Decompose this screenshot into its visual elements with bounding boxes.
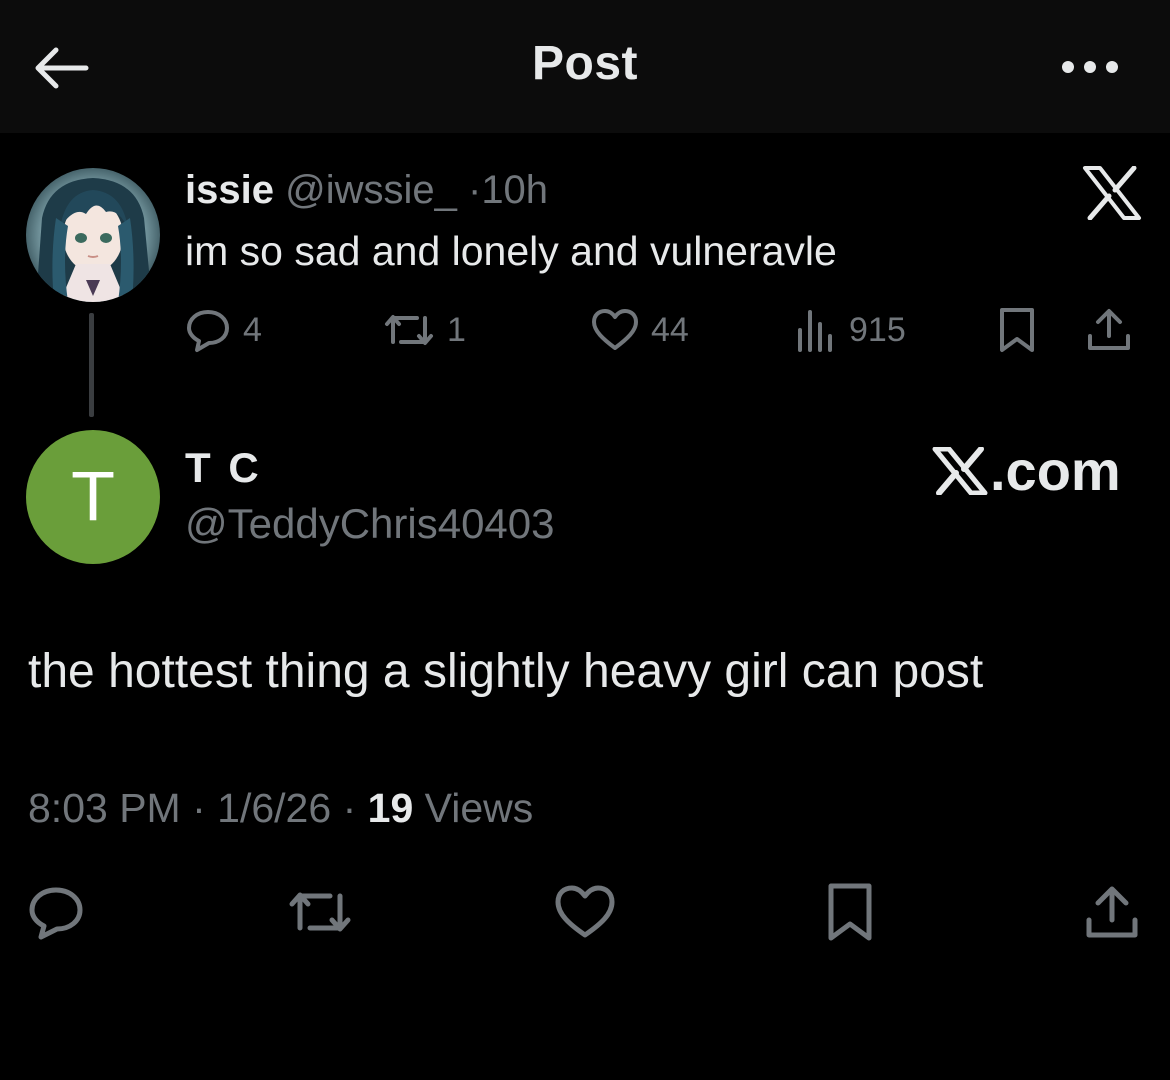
post-text: the hottest thing a slightly heavy girl …	[28, 645, 984, 698]
repost-count: 1	[447, 310, 466, 349]
avatar-initial: T	[72, 458, 114, 536]
more-horizontal-icon	[1062, 61, 1118, 73]
post-actions	[0, 872, 1170, 952]
quoted-author-name[interactable]: issie	[185, 168, 274, 212]
author-handle[interactable]: @TeddyChris40403	[185, 500, 555, 548]
quoted-post-actions: 4 1 44 915	[185, 302, 1145, 358]
quoted-bookmark-button[interactable]	[997, 302, 1037, 358]
reply-button[interactable]	[16, 872, 96, 952]
bookmark-button[interactable]	[810, 872, 890, 952]
bookmark-icon	[828, 883, 872, 941]
x-logo-icon	[1082, 165, 1142, 221]
like-button[interactable]	[545, 872, 625, 952]
author-avatar[interactable]: T	[26, 430, 160, 564]
quoted-post-header: issie @iwssie_ ·10h	[185, 166, 548, 214]
reply-count: 4	[243, 310, 262, 349]
quoted-reply-button[interactable]: 4	[185, 302, 262, 358]
share-button[interactable]	[1072, 872, 1152, 952]
watermark-domain: .com	[990, 439, 1121, 502]
heart-icon	[555, 885, 615, 938]
thread-connector-line	[89, 313, 94, 417]
quoted-repost-button[interactable]: 1	[383, 302, 466, 358]
post-views-label[interactable]: Views	[425, 785, 534, 831]
x-com-watermark: .com	[932, 438, 1121, 503]
quoted-post-text: im so sad and lonely and vulneravle	[185, 228, 837, 274]
page-title: Post	[531, 37, 638, 90]
bookmark-icon	[1000, 308, 1034, 352]
analytics-icon	[798, 310, 832, 352]
header-separator: ·	[467, 168, 482, 212]
share-icon	[1086, 886, 1138, 938]
x-logo-icon	[932, 446, 988, 495]
post-metadata: 8:03 PM · 1/6/26 · 19 Views	[28, 785, 533, 832]
post-time: 8:03 PM	[28, 785, 181, 831]
share-icon	[1088, 309, 1130, 350]
quoted-views-button[interactable]: 915	[795, 302, 906, 358]
repost-icon	[385, 315, 433, 345]
post-views-count[interactable]: 19	[368, 785, 414, 831]
meta-separator: ·	[192, 785, 206, 831]
anime-avatar-image	[26, 168, 160, 302]
reply-icon	[187, 310, 229, 352]
author-name[interactable]: T C	[185, 444, 262, 492]
heart-icon	[592, 309, 638, 350]
like-count: 44	[651, 310, 689, 349]
repost-icon	[289, 892, 351, 932]
repost-button[interactable]	[280, 872, 360, 952]
quoted-like-button[interactable]: 44	[591, 302, 689, 358]
top-bar: Post	[0, 0, 1170, 133]
more-options-button[interactable]	[1050, 42, 1130, 92]
quoted-author-avatar[interactable]	[26, 168, 160, 302]
quoted-author-handle[interactable]: @iwssie_	[285, 168, 457, 212]
views-count: 915	[849, 310, 906, 349]
meta-separator: ·	[342, 785, 357, 831]
reply-icon	[29, 887, 83, 940]
quoted-share-button[interactable]	[1085, 302, 1133, 358]
post-date: 1/6/26	[217, 785, 332, 831]
quoted-post-time: 10h	[481, 168, 549, 212]
